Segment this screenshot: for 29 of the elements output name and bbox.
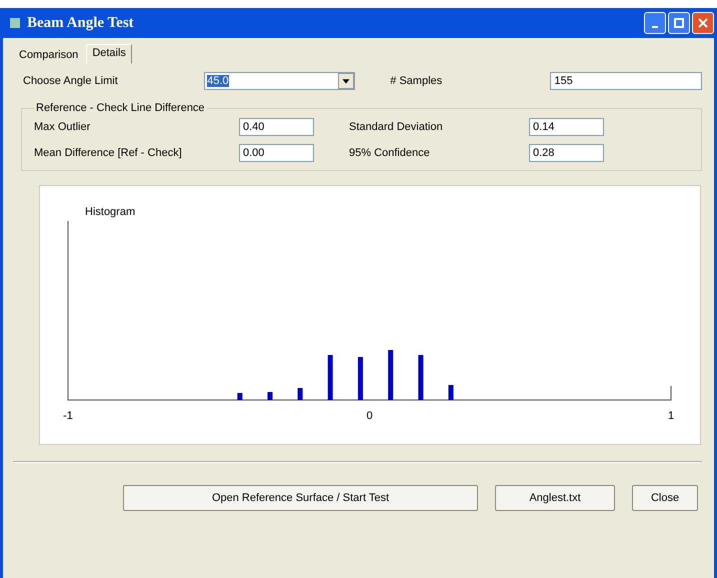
samples-field[interactable]: 155 xyxy=(550,72,702,90)
close-icon xyxy=(698,18,708,28)
field-label: Max Outlier xyxy=(34,121,92,133)
close-button[interactable] xyxy=(692,12,714,34)
tab[interactable]: Details xyxy=(86,44,132,64)
tick-label: 1 xyxy=(668,410,674,422)
value-field[interactable]: 0.00 xyxy=(239,144,314,162)
tick-label: 0 xyxy=(366,410,373,422)
minimize-icon xyxy=(652,26,658,28)
app-icon xyxy=(9,17,21,29)
maximize-icon xyxy=(674,18,684,28)
value-field[interactable]: 0.28 xyxy=(529,144,604,162)
maximize-button[interactable] xyxy=(668,12,690,34)
field-label: Choose Angle Limit xyxy=(23,75,119,87)
window-title: Beam Angle Test xyxy=(27,14,134,32)
action-button[interactable]: Close xyxy=(632,485,698,511)
action-button[interactable]: Open Reference Surface / Start Test xyxy=(123,485,478,511)
field-label: Standard Deviation xyxy=(349,121,444,133)
action-button[interactable]: Anglest.txt xyxy=(495,485,615,511)
field-label: Mean Difference [Ref - Check] xyxy=(34,147,183,159)
group-title: Reference - Check Line Difference xyxy=(35,102,206,114)
value-field[interactable]: 0.14 xyxy=(529,118,604,136)
tick-label: -1 xyxy=(63,410,73,422)
minimize-button[interactable] xyxy=(644,12,666,34)
value-field[interactable]: 0.40 xyxy=(239,118,314,136)
field-label: 95% Confidence xyxy=(349,147,431,159)
field-label: # Samples xyxy=(390,75,444,87)
chart-title: Histogram xyxy=(85,206,136,218)
angle-limit-dropdown[interactable]: 45.0 xyxy=(204,72,356,90)
